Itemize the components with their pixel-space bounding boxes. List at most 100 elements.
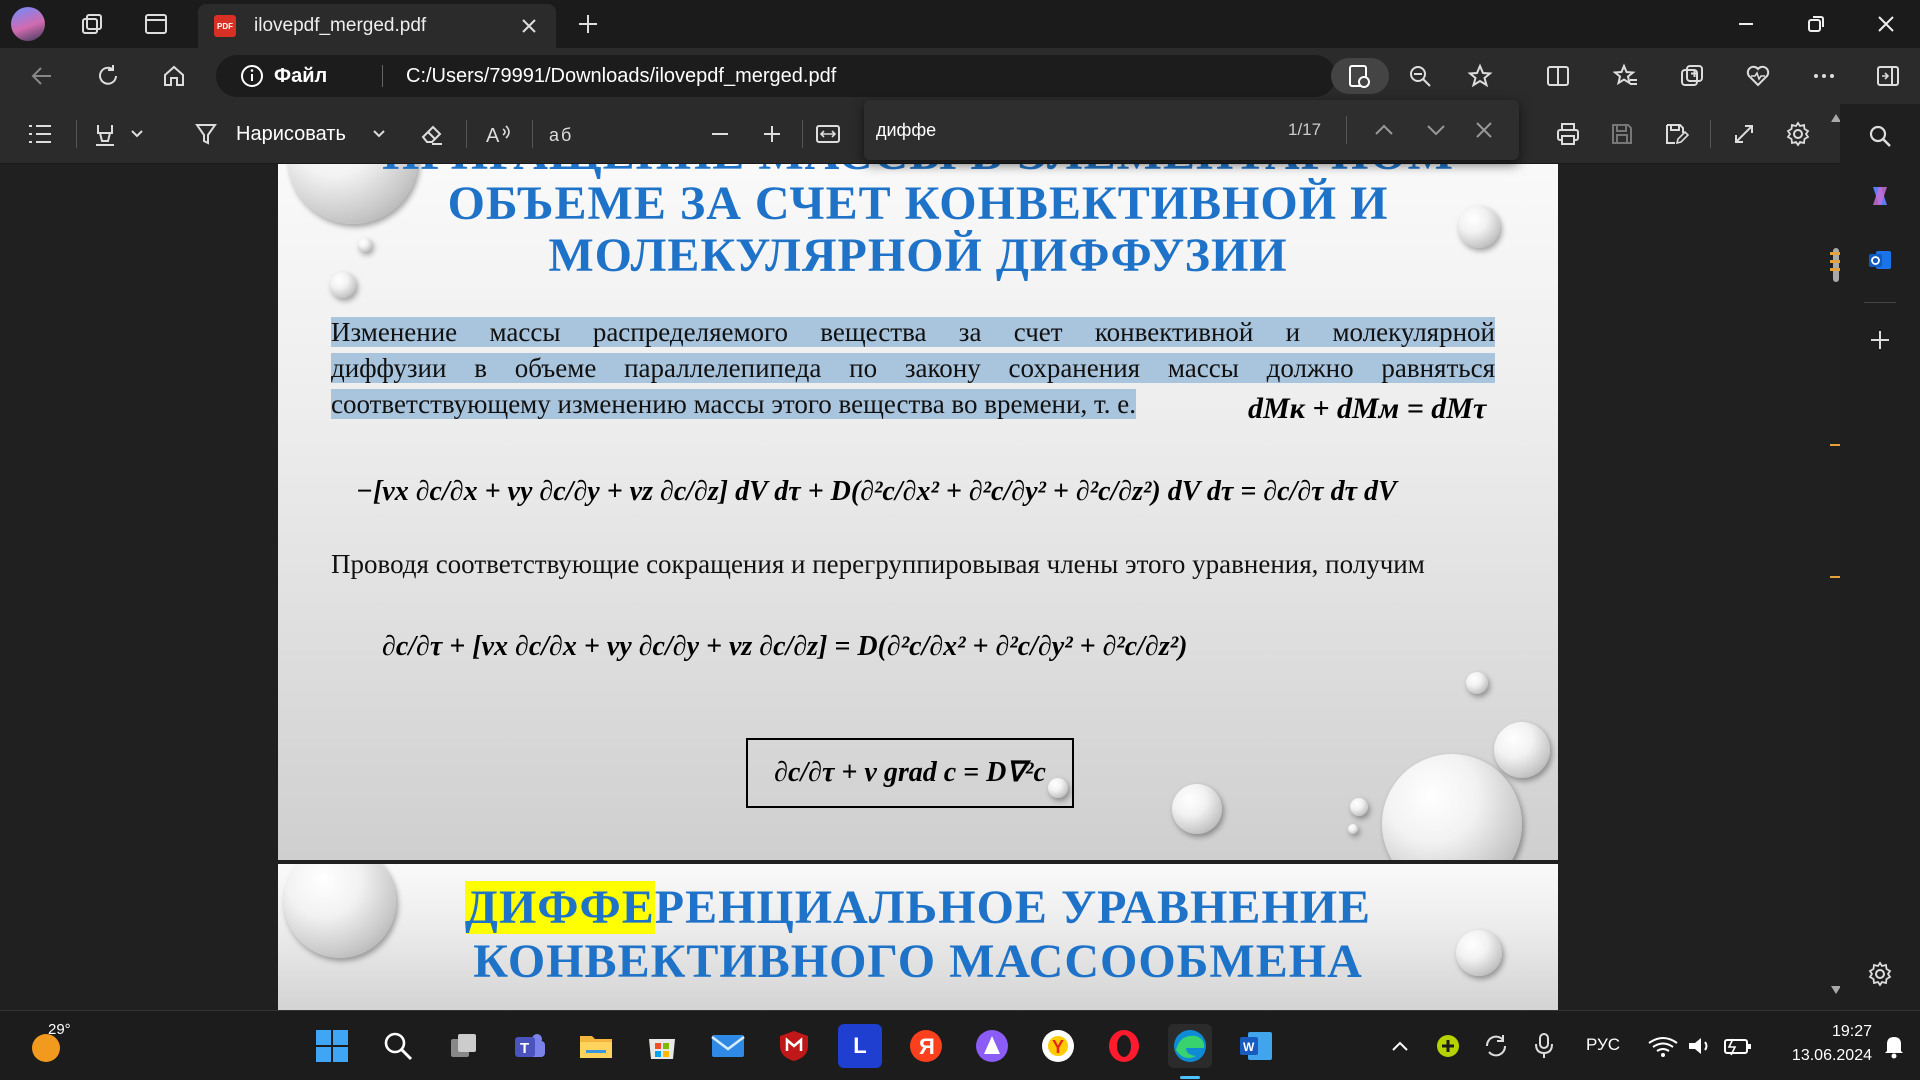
url-text[interactable]: C:/Users/79991/Downloads/ilovepdf_merged…: [406, 55, 836, 97]
notifications-button[interactable]: [1874, 1024, 1914, 1068]
bell-icon: [1885, 1037, 1903, 1059]
fit-width-icon: [816, 125, 840, 143]
start-button[interactable]: [310, 1024, 354, 1068]
highlight-options-button[interactable]: [124, 116, 150, 152]
search-taskbar-button[interactable]: [376, 1024, 420, 1068]
opera-app[interactable]: [1102, 1024, 1146, 1068]
restore-button[interactable]: [1796, 6, 1836, 42]
contents-button[interactable]: [20, 116, 60, 152]
weather-temperature: 29°: [48, 1021, 71, 1038]
more-button[interactable]: [1804, 58, 1844, 94]
quick-settings-button[interactable]: [1640, 1024, 1760, 1068]
minimize-button[interactable]: [1726, 6, 1766, 42]
yandex-browser-app[interactable]: Y: [1036, 1024, 1080, 1068]
tab-actions-button[interactable]: [136, 6, 176, 42]
water-drop-decoration: [1494, 722, 1550, 778]
clock-date[interactable]: 13.06.2024: [1764, 1047, 1872, 1065]
profile-avatar[interactable]: [8, 6, 48, 42]
input-language[interactable]: РУС: [1586, 1035, 1620, 1055]
back-button[interactable]: [22, 58, 62, 94]
draw-options-button[interactable]: [366, 116, 392, 152]
microsoft-store-app[interactable]: [640, 1024, 684, 1068]
teams-app[interactable]: T: [508, 1024, 552, 1068]
highlight-button[interactable]: [86, 116, 126, 152]
copilot-button[interactable]: [1860, 178, 1900, 214]
boxed-result-equation: ∂c/∂τ + v grad c = D∇²c: [746, 738, 1074, 808]
fit-width-button[interactable]: [808, 116, 848, 152]
alice-icon: [976, 1030, 1008, 1062]
translate-button[interactable]: aб: [544, 116, 584, 152]
read-aloud-button[interactable]: [1331, 58, 1389, 94]
microphone-tray-icon[interactable]: [1524, 1024, 1564, 1068]
fullscreen-button[interactable]: [1724, 116, 1764, 152]
browser-essentials-button[interactable]: [1738, 58, 1778, 94]
toolbar-separator: [802, 120, 803, 148]
tab-close-button[interactable]: [514, 11, 544, 41]
sidebar-search-button[interactable]: [1860, 118, 1900, 154]
sidebar-settings-button[interactable]: [1860, 956, 1900, 992]
sync-tray-icon[interactable]: [1476, 1024, 1516, 1068]
browser-tab[interactable]: PDF ilovepdf_merged.pdf: [198, 4, 556, 48]
file-explorer-app[interactable]: [574, 1024, 618, 1068]
read-aloud-button[interactable]: A: [480, 116, 520, 152]
list-icon: [29, 125, 51, 143]
plus-icon: [579, 15, 597, 33]
edge-app[interactable]: [1168, 1024, 1212, 1068]
outlook-button[interactable]: [1860, 242, 1900, 278]
pdf-viewer[interactable]: ПРИРАЩЕНИЕ МАССЫ В ЭЛЕМЕНТАРНОМ ОБЪЕМЕ З…: [0, 164, 1840, 1010]
copilot-icon: [1873, 187, 1887, 205]
erase-button[interactable]: [412, 116, 452, 152]
favorite-button[interactable]: [1460, 58, 1500, 94]
draw-label[interactable]: Нарисовать: [236, 104, 346, 164]
reader-icon: [1349, 65, 1370, 88]
svg-text:Я: Я: [919, 1034, 935, 1059]
toolbar-separator: [466, 120, 467, 148]
lingvo-app[interactable]: L: [838, 1024, 882, 1068]
save-button[interactable]: [1602, 116, 1642, 152]
word-app[interactable]: W: [1234, 1024, 1278, 1068]
save-as-icon: [1666, 124, 1689, 145]
clock-time[interactable]: 19:27: [1808, 1023, 1872, 1041]
show-hidden-icons-button[interactable]: [1380, 1024, 1420, 1068]
site-info-button[interactable]: Файл: [240, 55, 327, 97]
add-sidebar-app-button[interactable]: [1860, 322, 1900, 358]
new-tab-button[interactable]: [568, 6, 608, 42]
tray-app-icon[interactable]: [1428, 1024, 1468, 1068]
collections-button[interactable]: [1672, 58, 1712, 94]
minus-icon: [712, 133, 728, 135]
zoom-in-button[interactable]: [752, 116, 792, 152]
close-window-button[interactable]: [1866, 6, 1906, 42]
address-bar[interactable]: Файл C:/Users/79991/Downloads/ilovepdf_m…: [216, 55, 1389, 97]
info-icon: [241, 65, 263, 87]
mail-icon: [711, 1035, 745, 1057]
plus-icon: [764, 126, 780, 142]
reload-button[interactable]: [88, 58, 128, 94]
find-close-button[interactable]: [1464, 112, 1504, 148]
find-bar: диффе 1/17: [864, 100, 1519, 160]
folder-icon: [580, 1036, 612, 1058]
mail-app[interactable]: [706, 1024, 750, 1068]
yandex-app[interactable]: Я: [904, 1024, 948, 1068]
zoom-out-button[interactable]: [700, 116, 740, 152]
print-button[interactable]: [1548, 116, 1588, 152]
yandex-icon: Я: [910, 1030, 942, 1062]
edge-sidebar: [1840, 104, 1920, 1010]
home-button[interactable]: [154, 58, 194, 94]
task-view-button[interactable]: [442, 1024, 486, 1068]
workspaces-button[interactable]: [72, 6, 112, 42]
draw-button[interactable]: [186, 116, 226, 152]
sidebar-toggle-button[interactable]: [1868, 58, 1908, 94]
find-next-button[interactable]: [1416, 112, 1456, 148]
store-icon: [649, 1039, 675, 1059]
save-as-button[interactable]: [1656, 116, 1696, 152]
plus-icon: [1871, 331, 1889, 349]
edge-icon: [1174, 1030, 1206, 1062]
alice-app[interactable]: [970, 1024, 1014, 1068]
zoom-button[interactable]: [1400, 58, 1440, 94]
mcafee-app[interactable]: [772, 1024, 816, 1068]
find-input[interactable]: диффе: [876, 100, 936, 160]
favorites-button[interactable]: [1606, 58, 1646, 94]
split-screen-button[interactable]: [1538, 58, 1578, 94]
pdf-settings-button[interactable]: [1778, 116, 1818, 152]
find-previous-button[interactable]: [1364, 112, 1404, 148]
